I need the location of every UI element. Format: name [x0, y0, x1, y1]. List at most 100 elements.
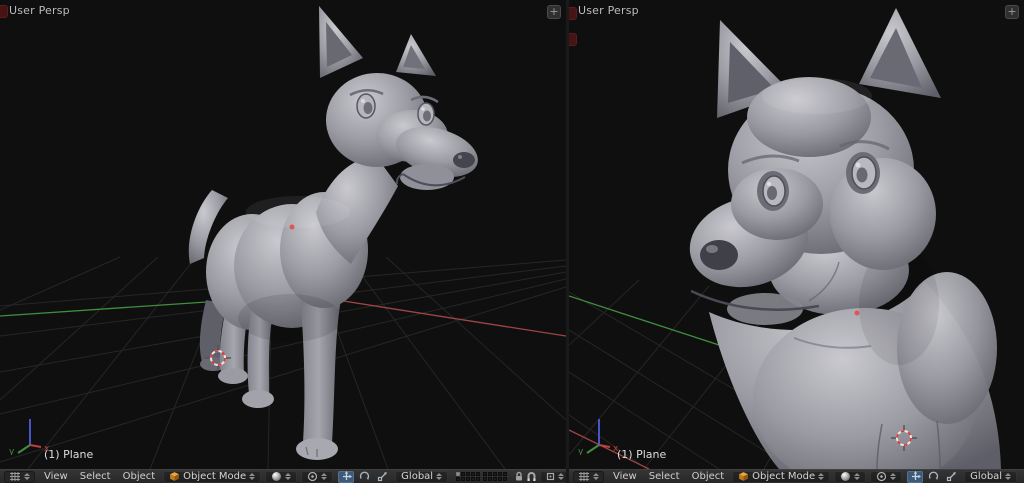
manipulator-rotate-button[interactable] — [356, 471, 372, 483]
dropdown-arrows-icon — [436, 473, 442, 480]
dropdown-arrows-icon — [854, 473, 860, 480]
view-name-label: User Persp — [9, 4, 70, 17]
viewport-left: User Persp (1) Plane + x y — [0, 0, 566, 469]
dropdown-arrows-icon — [24, 473, 30, 480]
layer-button[interactable] — [461, 477, 466, 481]
layer-button[interactable] — [493, 477, 498, 481]
layer-button[interactable] — [498, 472, 503, 476]
object-origin-dot — [289, 224, 295, 230]
pivot-dropdown[interactable] — [870, 470, 903, 483]
layer-button[interactable] — [503, 477, 508, 481]
manipulator-translate-button[interactable] — [338, 470, 355, 483]
translate-icon — [342, 471, 352, 480]
dog-model[interactable] — [188, 6, 484, 460]
axis-gizmo: x y — [578, 419, 619, 455]
layer-button[interactable] — [503, 472, 508, 476]
layer-button[interactable] — [461, 472, 466, 476]
layer-button[interactable] — [471, 477, 476, 481]
layer-button[interactable] — [498, 477, 503, 481]
manipulator-translate-button[interactable] — [907, 470, 924, 483]
panel-tab[interactable] — [0, 5, 8, 18]
manipulator-scale-button[interactable] — [374, 471, 390, 483]
shading-dropdown[interactable] — [265, 470, 298, 483]
scene-lock-button[interactable] — [514, 471, 524, 483]
blender-window: User Persp (1) Plane + x y User Persp (1… — [0, 0, 1024, 483]
add-panel-grip-icon[interactable]: + — [1005, 5, 1019, 19]
layer-button[interactable] — [493, 472, 498, 476]
panel-tab[interactable] — [569, 7, 577, 20]
viewport-canvas-right[interactable] — [569, 0, 1024, 469]
viewport-canvas-left[interactable] — [0, 0, 566, 469]
object-mode-cube-icon — [170, 472, 180, 481]
layer-button[interactable] — [483, 472, 488, 476]
snap-toggle-button[interactable] — [526, 471, 537, 483]
view-name-label: User Persp — [578, 4, 639, 17]
object-menu[interactable]: Object — [117, 471, 162, 482]
manipulator-toggles — [337, 470, 391, 483]
gizmo-y-label: y — [9, 447, 15, 455]
lock-icon — [516, 471, 523, 481]
scale-icon — [946, 472, 956, 482]
add-panel-grip-icon[interactable]: + — [547, 5, 561, 19]
editor-type-button[interactable] — [573, 470, 604, 483]
editor-3dview-icon — [579, 472, 589, 481]
shading-sphere-icon — [272, 472, 282, 481]
layer-button[interactable] — [476, 477, 481, 481]
mode-label: Object Mode — [752, 471, 816, 482]
viewport-header-left: View Select Object Object Mode Global — [0, 469, 566, 483]
snap-element-dropdown[interactable] — [540, 470, 566, 483]
axis-y-line — [569, 295, 720, 346]
orientation-dropdown[interactable]: Global — [964, 470, 1018, 483]
select-menu[interactable]: Select — [643, 471, 686, 482]
editor-type-button[interactable] — [4, 470, 35, 483]
select-menu[interactable]: Select — [74, 471, 117, 482]
layer-button[interactable] — [488, 472, 493, 476]
layer-button[interactable] — [488, 477, 493, 481]
dropdown-arrows-icon — [1005, 473, 1011, 480]
mode-dropdown[interactable]: Object Mode — [163, 470, 262, 483]
dropdown-arrows-icon — [890, 473, 896, 480]
view-menu[interactable]: View — [607, 471, 643, 482]
dropdown-arrows-icon — [818, 473, 824, 480]
axis-gizmo: x y — [9, 419, 50, 455]
viewport-right: User Persp (1) Plane + x y — [569, 0, 1024, 469]
dropdown-arrows-icon — [558, 473, 564, 480]
layer-button[interactable] — [456, 472, 461, 476]
axis-x-line — [317, 296, 566, 337]
dog-model[interactable] — [680, 8, 1001, 469]
mode-dropdown[interactable]: Object Mode — [732, 470, 831, 483]
object-menu[interactable]: Object — [686, 471, 731, 482]
pivot-dropdown[interactable] — [301, 470, 334, 483]
pivot-center-icon — [308, 471, 318, 482]
snap-element-icon — [546, 472, 555, 481]
shading-dropdown[interactable] — [834, 470, 867, 483]
pivot-center-icon — [877, 471, 887, 482]
magnet-icon — [527, 472, 536, 481]
orientation-label: Global — [970, 471, 1003, 482]
gizmo-x-label: x — [613, 444, 619, 454]
layer-button[interactable] — [471, 472, 476, 476]
orientation-dropdown[interactable]: Global — [395, 470, 449, 483]
manipulator-rotate-button[interactable] — [925, 471, 941, 483]
layer-button[interactable] — [466, 472, 471, 476]
layer-button[interactable] — [476, 472, 481, 476]
view-menu[interactable]: View — [38, 471, 74, 482]
translate-icon — [911, 471, 921, 480]
manipulator-toggles — [906, 470, 960, 483]
object-mode-cube-icon — [739, 472, 749, 481]
scale-icon — [377, 472, 387, 482]
layers-widget — [456, 472, 508, 481]
gizmo-x-label: x — [44, 444, 50, 454]
dropdown-arrows-icon — [249, 473, 255, 480]
layer-button[interactable] — [456, 477, 461, 481]
layer-button[interactable] — [466, 477, 471, 481]
gizmo-y-label: y — [578, 447, 584, 455]
viewport-header-right: View Select Object Object Mode Global — [569, 469, 1024, 483]
manipulator-scale-button[interactable] — [943, 471, 959, 483]
rotate-icon — [359, 471, 369, 480]
shading-sphere-icon — [841, 472, 851, 481]
mode-label: Object Mode — [183, 471, 247, 482]
object-origin-dot — [854, 310, 860, 316]
panel-tab[interactable] — [569, 33, 577, 46]
layer-button[interactable] — [483, 477, 488, 481]
